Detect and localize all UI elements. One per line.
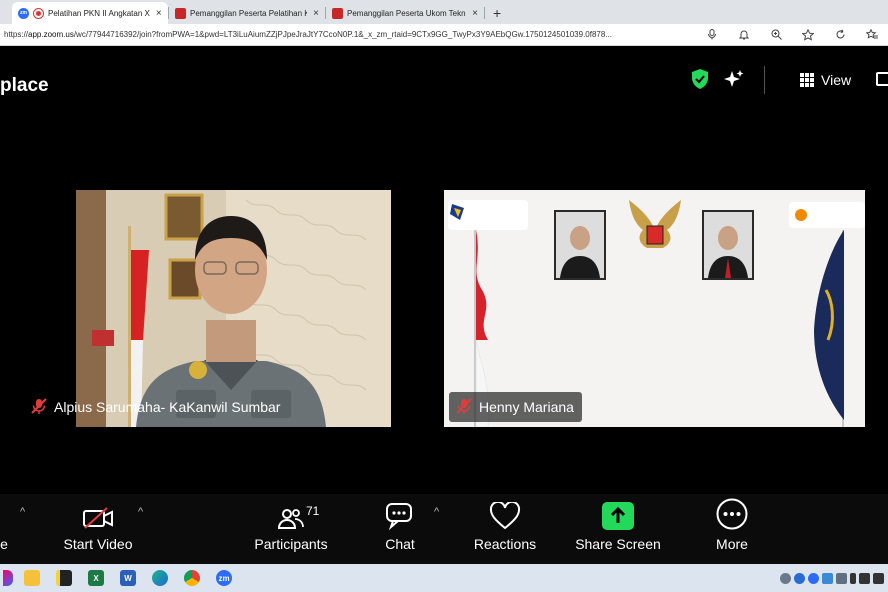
participant-nameplate: Henny Mariana	[449, 392, 582, 422]
meeting-top-bar: place	[0, 47, 888, 117]
share-screen-icon	[602, 494, 634, 534]
address-bar-icons	[696, 28, 888, 41]
zoom-icon: zm	[18, 7, 29, 19]
audio-label: e	[0, 536, 8, 552]
participant-name: Henny Mariana	[479, 399, 574, 415]
start-video-button[interactable]: Start Video	[52, 494, 144, 564]
more-label: More	[716, 536, 748, 552]
participants-label: Participants	[254, 536, 328, 552]
reactions-label: Reactions	[473, 536, 537, 552]
browser-tab-pemanggilan-ukom[interactable]: Pemanggilan Peserta Ukom Tekni ×	[326, 2, 484, 24]
screen: zm Pelatihan PKN II Angkatan X × Pemangg…	[0, 0, 888, 592]
fullscreen-icon[interactable]	[876, 72, 888, 86]
display-icon[interactable]	[836, 572, 847, 584]
more-button[interactable]: More	[704, 494, 760, 564]
volume-icon[interactable]	[873, 572, 884, 584]
url-field[interactable]: https://app.zoom.us/wc/77944716392/join?…	[4, 30, 694, 39]
bookmark-star-icon[interactable]	[792, 28, 824, 41]
bluetooth-icon[interactable]	[794, 572, 805, 584]
muted-mic-icon	[30, 397, 48, 418]
close-tab-icon[interactable]: ×	[472, 8, 478, 19]
network-icon[interactable]	[780, 572, 791, 584]
word-icon[interactable]: W	[112, 564, 144, 592]
muted-mic-icon	[455, 397, 473, 418]
wifi-icon[interactable]	[859, 572, 870, 584]
participant-name: Alpius Sarumaha- KaKanwil Sumbar	[54, 399, 281, 415]
microphone-icon[interactable]	[696, 29, 728, 40]
url-path: /wc/77944716392/join?fromPWA=1&pwd=LT3iL…	[73, 30, 612, 39]
chat-button[interactable]: Chat	[370, 494, 430, 564]
document-icon	[332, 7, 343, 19]
top-bar-divider	[764, 66, 765, 94]
file-explorer-icon[interactable]	[16, 564, 48, 592]
tab-title: Pemanggilan Peserta Ukom Tekni	[347, 8, 467, 18]
recording-icon	[33, 7, 44, 19]
ai-companion-sparkle-icon[interactable]	[724, 70, 744, 95]
share-screen-button[interactable]: Share Screen	[568, 494, 668, 564]
audio-button[interactable]: e	[0, 494, 12, 564]
browser-tab-strip: zm Pelatihan PKN II Angkatan X × Pemangg…	[0, 0, 888, 24]
view-button[interactable]: View	[800, 72, 851, 88]
tab-divider	[484, 7, 485, 19]
document-icon	[175, 7, 186, 19]
edge-icon[interactable]	[144, 564, 176, 592]
participants-button[interactable]: Participants	[246, 494, 336, 564]
copilot-icon[interactable]	[0, 564, 16, 592]
chat-icon	[385, 494, 415, 534]
close-tab-icon[interactable]: ×	[156, 8, 162, 19]
zoom-app-icon[interactable]: zm	[208, 564, 240, 592]
url-domain: app.zoom.us	[28, 30, 74, 39]
zoom-tray-icon[interactable]	[808, 572, 819, 584]
participants-icon	[277, 494, 305, 534]
participant-nameplate: Alpius Sarumaha- KaKanwil Sumbar	[24, 392, 288, 422]
chat-options-caret[interactable]: ^	[434, 506, 439, 518]
refresh-icon[interactable]	[824, 29, 856, 40]
start-video-label: Start Video	[63, 536, 133, 552]
sticky-notes-icon[interactable]	[48, 564, 80, 592]
new-tab-button[interactable]: +	[493, 5, 501, 21]
mic-tray-icon[interactable]	[850, 572, 856, 584]
excel-icon[interactable]: X	[80, 564, 112, 592]
more-options-icon	[716, 494, 748, 534]
participants-count: 71	[306, 504, 320, 518]
onedrive-icon[interactable]	[822, 572, 833, 584]
tab-overflow-edge	[0, 2, 12, 24]
view-label: View	[821, 72, 852, 88]
tab-title: Pemanggilan Peserta Pelatihan K	[190, 8, 308, 18]
encryption-shield-icon[interactable]	[690, 68, 710, 95]
chat-label: Chat	[385, 536, 415, 552]
browser-tab-pemanggilan-pelatihan[interactable]: Pemanggilan Peserta Pelatihan K ×	[169, 2, 325, 24]
tab-title: Pelatihan PKN II Angkatan X	[48, 8, 150, 18]
system-tray	[780, 572, 888, 584]
zoom-in-icon[interactable]	[760, 29, 792, 40]
audio-options-caret[interactable]: ^	[20, 506, 25, 518]
url-scheme: https://	[4, 30, 29, 39]
notification-icon[interactable]	[728, 29, 760, 40]
share-screen-label: Share Screen	[575, 536, 661, 552]
close-tab-icon[interactable]: ×	[313, 8, 319, 19]
chrome-icon[interactable]	[176, 564, 208, 592]
meeting-title: place	[0, 75, 49, 96]
favorites-icon[interactable]	[856, 29, 888, 40]
zoom-app-label: zm	[216, 570, 232, 586]
grid-view-icon	[800, 73, 814, 87]
video-off-icon	[82, 494, 114, 534]
reactions-button[interactable]: Reactions	[468, 494, 542, 564]
address-bar: https://app.zoom.us/wc/77944716392/join?…	[0, 24, 888, 46]
windows-taskbar: X W zm	[0, 564, 888, 592]
heart-icon	[489, 494, 521, 534]
video-options-caret[interactable]: ^	[138, 506, 143, 518]
browser-tab-zoom-meeting[interactable]: zm Pelatihan PKN II Angkatan X ×	[12, 2, 168, 24]
